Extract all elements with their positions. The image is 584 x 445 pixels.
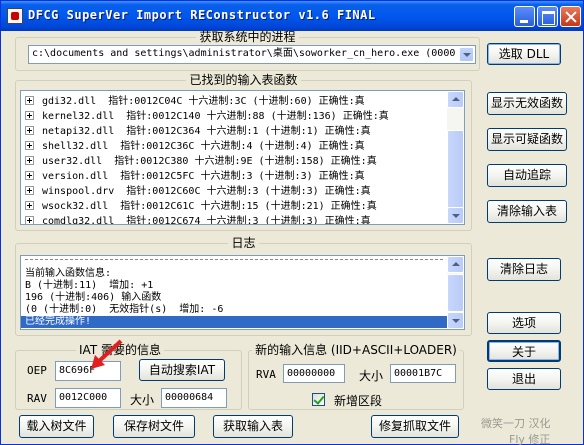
- import-tree-row-label: wsock32.dll 指针:0012C61C 十六进制:15 (十进制:21)…: [42, 201, 377, 212]
- expand-plus-icon[interactable]: [25, 156, 34, 165]
- import-tree-row-label: user32.dll 指针:0012C380 十六进制:9E (十进制:158)…: [42, 156, 377, 167]
- fix-dump-button[interactable]: 修复抓取文件: [371, 415, 459, 438]
- import-tree-row-label: version.dll 指针:0012C5FC 十六进制:3 (十进制:3) 正…: [42, 171, 365, 182]
- about-button[interactable]: 关于: [487, 340, 561, 362]
- process-select[interactable]: c:\documents and settings\administrator\…: [28, 45, 476, 64]
- process-select-value: c:\documents and settings\administrator\…: [32, 48, 456, 59]
- import-tree-row[interactable]: winspool.drv 指针:0012C60C 十六进制:3 (十进制:3) …: [25, 184, 371, 199]
- show-invalid-label: 显示无效函数: [490, 96, 563, 110]
- import-tree-row[interactable]: user32.dll 指针:0012C380 十六进制:9E (十进制:158)…: [25, 154, 377, 169]
- clear-log-label: 清除日志: [499, 262, 548, 276]
- scroll-down-icon[interactable]: [447, 312, 464, 329]
- scroll-down-icon[interactable]: [447, 207, 464, 224]
- get-imports-label: 获取输入表: [222, 419, 283, 433]
- expand-plus-icon[interactable]: [25, 216, 34, 224]
- load-tree-button[interactable]: 载入树文件: [19, 415, 94, 438]
- imports-scrollbar[interactable]: [447, 91, 464, 224]
- clear-log-button[interactable]: 清除日志: [487, 258, 561, 281]
- rva-field[interactable]: 0012C000: [55, 388, 121, 408]
- import-tree-row-label: netapi32.dll 指针:0012C364 十六进制:1 (十进制:1) …: [42, 126, 371, 137]
- app-icon: [7, 8, 23, 24]
- import-tree-row[interactable]: comdlg32.dll 指针:0012C674 十六进制:3 (十进制:3) …: [25, 214, 371, 225]
- new-import-group-title: 新的输入信息 (IID+ASCII+LOADER): [255, 343, 457, 357]
- import-tree-row[interactable]: kernel32.dll 指针:0012C140 十六进制:88 (十进制:13…: [25, 109, 389, 124]
- expand-plus-icon[interactable]: [25, 111, 34, 120]
- log-separator: [25, 259, 443, 260]
- expand-plus-icon[interactable]: [25, 186, 34, 195]
- auto-trace-button[interactable]: 自动追踪: [487, 164, 567, 187]
- red-arrow-icon: [91, 339, 123, 369]
- log-line-selected[interactable]: 已经完成操作!: [21, 316, 449, 328]
- save-tree-label: 保存树文件: [123, 419, 184, 433]
- size-field[interactable]: 00000684: [161, 388, 227, 408]
- log-scrollbar[interactable]: [447, 256, 464, 329]
- new-size-label: 大小: [359, 369, 384, 383]
- auto-search-iat-button[interactable]: 自动搜索IAT: [139, 359, 225, 381]
- minimize-button[interactable]: [514, 6, 535, 27]
- show-suspicious-label: 显示可疑函数: [490, 132, 563, 146]
- log-line: 196 (十进制:406) 输入函数: [25, 292, 162, 303]
- show-invalid-button[interactable]: 显示无效函数: [487, 92, 567, 115]
- chevron-down-icon[interactable]: [459, 47, 474, 62]
- pick-dll-button[interactable]: 选取 DLL: [487, 43, 561, 65]
- new-section-label: 新增区段: [334, 394, 383, 408]
- size-label: 大小: [130, 393, 155, 407]
- import-tree-row[interactable]: version.dll 指针:0012C5FC 十六进制:3 (十进制:3) 正…: [25, 169, 365, 184]
- import-tree-row[interactable]: netapi32.dll 指针:0012C364 十六进制:1 (十进制:1) …: [25, 124, 371, 139]
- scroll-thumb[interactable]: [447, 274, 464, 312]
- expand-plus-icon[interactable]: [25, 171, 34, 180]
- fix-dump-label: 修复抓取文件: [378, 419, 451, 433]
- clear-imports-button[interactable]: 清除输入表: [487, 200, 567, 223]
- pick-dll-label: 选取 DLL: [498, 47, 550, 61]
- log-line: 当前输入函数信息:: [25, 268, 112, 279]
- log-group-title: 日志: [231, 236, 256, 250]
- import-tree-row[interactable]: shell32.dll 指针:0012C36C 十六进制:4 (十进制:4) 正…: [25, 139, 365, 154]
- options-button[interactable]: 选项: [487, 312, 561, 334]
- import-tree-row-label: gdi32.dll 指针:0012C04C 十六进制:3C (十进制:60) 正…: [42, 96, 365, 107]
- scroll-up-icon[interactable]: [447, 256, 464, 273]
- log-box[interactable]: 当前输入函数信息: B (十进制:11) 增加: +1 196 (十进制:406…: [20, 255, 465, 330]
- show-suspicious-button[interactable]: 显示可疑函数: [487, 128, 567, 151]
- new-section-checkbox[interactable]: [312, 393, 325, 406]
- options-label: 选项: [511, 316, 536, 330]
- close-button[interactable]: [560, 6, 581, 27]
- save-tree-button[interactable]: 保存树文件: [113, 415, 195, 438]
- expand-plus-icon[interactable]: [25, 141, 34, 150]
- exit-button[interactable]: 退出: [487, 368, 561, 390]
- maximize-button[interactable]: [537, 6, 558, 27]
- title-bar[interactable]: DFCG SuperVer Import REConstructor v1.6 …: [1, 1, 583, 31]
- auto-search-iat-label: 自动搜索IAT: [148, 363, 216, 377]
- new-size-field[interactable]: 00001B7C: [390, 364, 456, 383]
- import-tree-row-label: winspool.drv 指针:0012C60C 十六进制:3 (十进制:3) …: [42, 186, 371, 197]
- rva-label: RAV: [27, 392, 47, 405]
- main-window: DFCG SuperVer Import REConstructor v1.6 …: [0, 0, 584, 445]
- clear-imports-label: 清除输入表: [496, 204, 557, 218]
- new-rva-label: RVA: [256, 368, 276, 381]
- import-tree-row-label: comdlg32.dll 指针:0012C674 十六进制:3 (十进制:3) …: [42, 216, 371, 225]
- process-group-title: 获取系统中的进程: [199, 30, 296, 44]
- imports-group-title: 已找到的输入表函数: [189, 73, 298, 87]
- import-tree-row-label: kernel32.dll 指针:0012C140 十六进制:88 (十进制:13…: [42, 111, 389, 122]
- exit-label: 退出: [511, 372, 536, 386]
- credit-line-2: Fly 修正: [509, 433, 551, 445]
- get-imports-button[interactable]: 获取输入表: [213, 415, 293, 438]
- imports-tree[interactable]: gdi32.dll 指针:0012C04C 十六进制:3C (十进制:60) 正…: [20, 90, 465, 225]
- about-label: 关于: [511, 345, 536, 359]
- auto-trace-label: 自动追踪: [502, 168, 551, 182]
- import-tree-row[interactable]: gdi32.dll 指针:0012C04C 十六进制:3C (十进制:60) 正…: [25, 94, 365, 109]
- oep-label: OEP: [27, 364, 47, 377]
- import-tree-row-label: shell32.dll 指针:0012C36C 十六进制:4 (十进制:4) 正…: [42, 141, 365, 152]
- credit-line-1: 微笑一刀 汉化: [481, 417, 551, 430]
- scroll-up-icon[interactable]: [447, 91, 464, 108]
- expand-plus-icon[interactable]: [25, 126, 34, 135]
- log-line: B (十进制:11) 增加: +1: [25, 280, 154, 291]
- window-title: DFCG SuperVer Import REConstructor v1.6 …: [28, 8, 376, 22]
- log-line: (0 (十进制:0) 无效指针(s) 增加: -6: [25, 304, 224, 315]
- scroll-thumb[interactable]: [447, 130, 464, 210]
- import-tree-row[interactable]: wsock32.dll 指针:0012C61C 十六进制:15 (十进制:21)…: [25, 199, 377, 214]
- expand-plus-icon[interactable]: [25, 201, 34, 210]
- load-tree-label: 载入树文件: [26, 419, 87, 433]
- new-rva-field[interactable]: 00000000: [283, 364, 345, 383]
- expand-plus-icon[interactable]: [25, 96, 34, 105]
